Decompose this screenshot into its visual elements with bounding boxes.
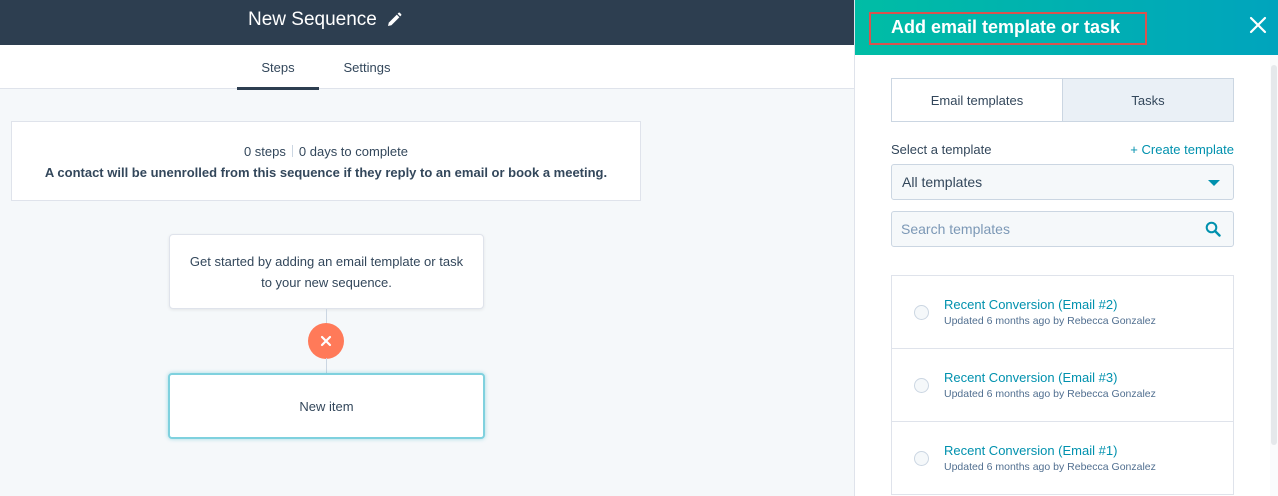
pencil-icon[interactable] [386,12,402,28]
getting-started-line-2: to your new sequence. [261,275,392,290]
tab-steps[interactable]: Steps [237,45,319,90]
search-icon[interactable] [1205,221,1221,237]
template-name[interactable]: Recent Conversion (Email #3) [944,370,1117,385]
radio-button[interactable] [914,451,929,466]
sequence-title-text[interactable]: New Sequence [248,9,377,31]
template-meta: Updated 6 months ago by Rebecca Gonzalez [944,388,1156,400]
scrollbar-thumb[interactable] [1271,65,1277,445]
add-template-panel: Add email template or task Email templat… [854,0,1278,496]
template-item[interactable]: Recent Conversion (Email #3) Updated 6 m… [892,349,1233,422]
sequence-summary-card: 0 steps 0 days to complete A contact will… [11,121,641,201]
tabs-bar: Steps Settings [0,45,854,90]
steps-count: 0 steps [243,144,286,159]
template-name[interactable]: Recent Conversion (Email #2) [944,297,1117,312]
panel-header: Add email template or task [855,0,1278,55]
search-input[interactable] [892,212,1192,246]
days-to-complete: 0 days to complete [298,144,409,159]
template-item[interactable]: Recent Conversion (Email #2) Updated 6 m… [892,276,1233,349]
tab-email-templates[interactable]: Email templates [891,78,1063,122]
divider [291,145,293,157]
panel-title: Add email template or task [869,12,1147,45]
tab-settings[interactable]: Settings [330,45,404,89]
top-bar: New Sequence [0,0,854,45]
template-type-tabs: Email templates Tasks [891,78,1234,122]
new-item-card[interactable]: New item [168,373,485,439]
radio-button[interactable] [914,378,929,393]
chevron-down-icon [1208,180,1220,186]
remove-step-button[interactable] [308,323,344,359]
summary-stats: 0 steps 0 days to complete [12,144,640,159]
template-filter-dropdown[interactable]: All templates [891,164,1234,200]
sequence-title[interactable]: New Sequence [248,9,402,31]
unenroll-note: A contact will be unenrolled from this s… [44,165,608,180]
template-item[interactable]: Recent Conversion (Email #1) Updated 6 m… [892,422,1233,495]
template-name[interactable]: Recent Conversion (Email #1) [944,443,1117,458]
search-box [891,211,1234,247]
create-template-link[interactable]: + Create template [1129,142,1234,157]
getting-started-card: Get started by adding an email template … [169,234,484,309]
connector-line [326,309,327,324]
connector-line [326,358,327,373]
close-icon [320,335,332,347]
panel-scrollbar[interactable] [1270,55,1278,496]
close-icon[interactable] [1248,15,1268,35]
select-template-label: Select a template [891,142,992,157]
template-list: Recent Conversion (Email #2) Updated 6 m… [891,275,1234,495]
radio-button[interactable] [914,305,929,320]
template-meta: Updated 6 months ago by Rebecca Gonzalez [944,315,1156,327]
tab-tasks[interactable]: Tasks [1063,78,1234,122]
dropdown-value: All templates [902,174,983,190]
template-meta: Updated 6 months ago by Rebecca Gonzalez [944,461,1156,473]
getting-started-line-1: Get started by adding an email template … [189,254,464,269]
